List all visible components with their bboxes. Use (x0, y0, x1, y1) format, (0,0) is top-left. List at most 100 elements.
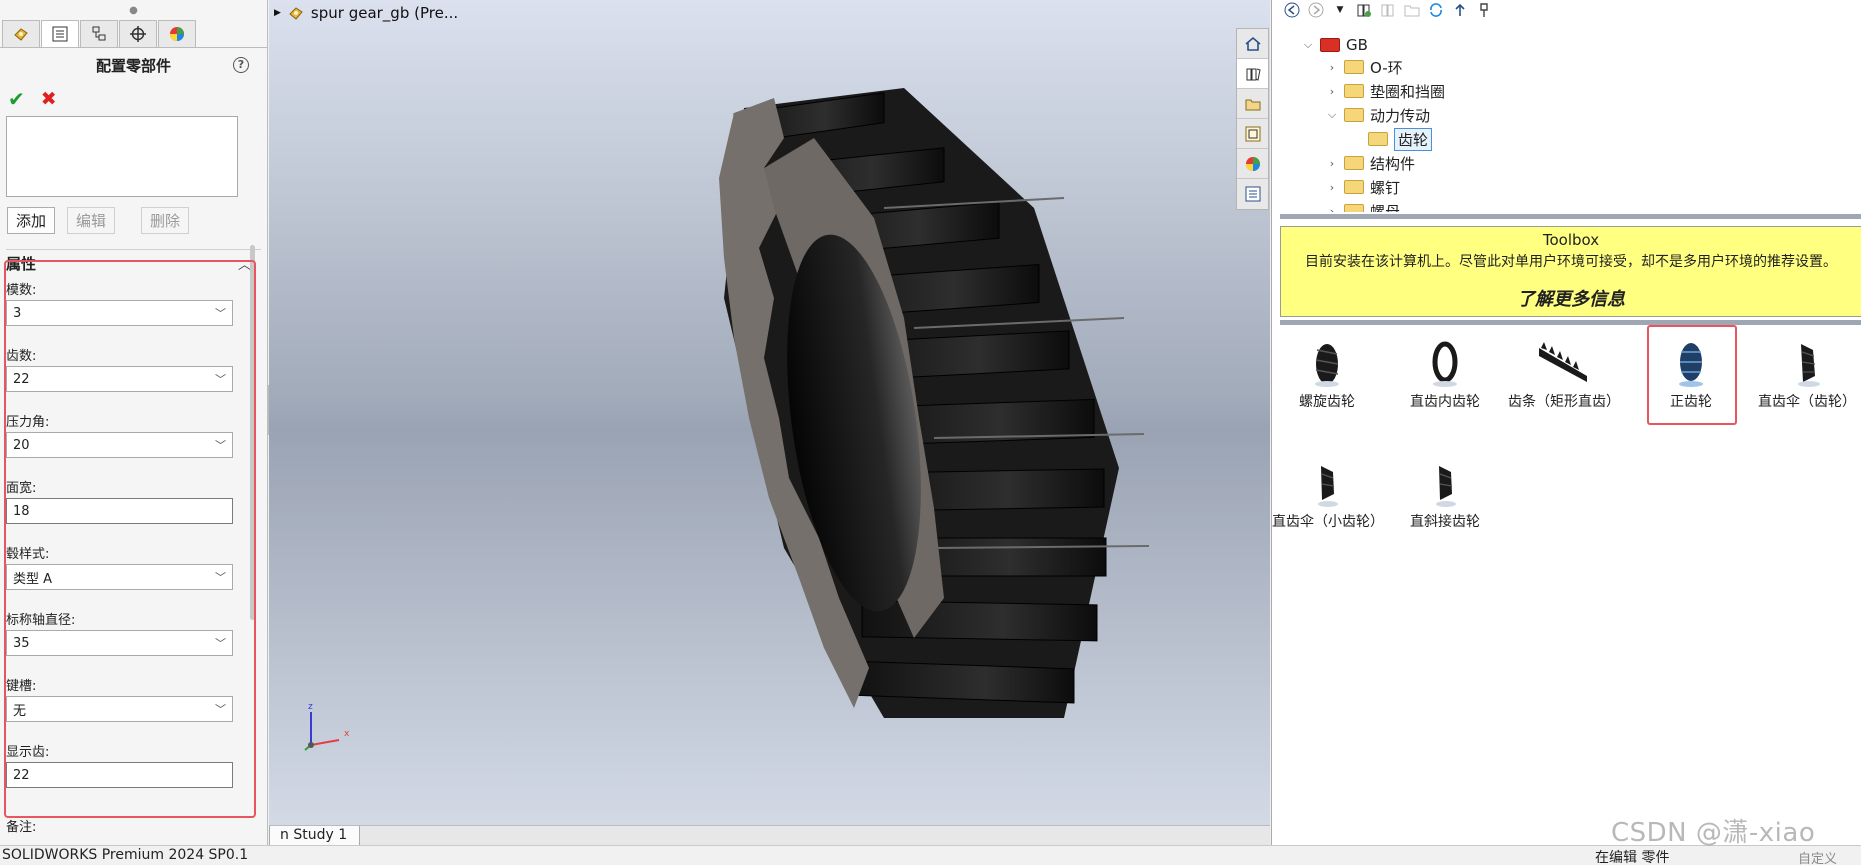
new-folder-icon[interactable] (1404, 2, 1420, 18)
add-to-library-icon[interactable] (1356, 2, 1372, 18)
tree-item-label: 螺钉 (1370, 178, 1401, 197)
pressure-angle-select[interactable]: 20 ﹀ (6, 432, 233, 458)
module-select[interactable]: 3 ﹀ (6, 300, 233, 326)
tab-dimxpert-manager[interactable] (119, 20, 157, 47)
home-icon (1244, 36, 1261, 51)
helical-gear-icon (1315, 344, 1339, 387)
learn-more-link[interactable]: 了解更多信息 (1281, 285, 1861, 311)
miter-gear-icon (1436, 466, 1456, 507)
edit-mode-status: 在编辑 零件 (1595, 850, 1670, 865)
expand-triangle-icon[interactable]: ▶ (274, 8, 281, 18)
add-button[interactable]: 添加 (7, 206, 56, 234)
triad-x-label: x (344, 729, 350, 739)
gb-folder-icon (1320, 38, 1340, 52)
gear-folder-icon (1368, 132, 1388, 146)
property-manager-icon (52, 26, 68, 42)
chevron-right-icon[interactable]: › (1326, 157, 1338, 170)
property-manager: ● 配置零部件 ? ✔ ✖ 添加 编辑 删除 属性 ︿ 模数: 3 ﹀ 齿数: … (0, 0, 268, 845)
tree-item-screws[interactable]: › 螺钉 (1326, 176, 1400, 198)
chevron-down-icon: ﹀ (215, 637, 226, 650)
item-label: 直齿伞（齿轮） (1758, 394, 1856, 410)
edit-button[interactable]: 编辑 (67, 206, 116, 234)
design-library-tab[interactable] (1237, 59, 1268, 89)
app-version: SOLIDWORKS Premium 2024 SP0.1 (2, 847, 249, 863)
tree-item-washers[interactable]: › 垫圈和挡圈 (1326, 80, 1445, 102)
highlight-box (1647, 325, 1737, 425)
ok-check-icon[interactable]: ✔ (8, 87, 25, 111)
chevron-down-icon[interactable]: ⌵ (1326, 108, 1338, 122)
prop-label-module: 模数: (6, 282, 37, 298)
chevron-down-icon[interactable]: ⌵ (1302, 38, 1314, 52)
tab-motion-study[interactable]: n Study 1 (269, 826, 361, 846)
tab-property-manager[interactable] (41, 20, 79, 47)
appearances-tab[interactable] (1237, 149, 1268, 179)
home-tab[interactable] (1237, 29, 1268, 59)
face-width-value: 18 (13, 503, 30, 519)
display-teeth-input[interactable]: 22 (6, 762, 233, 788)
file-explorer-tab[interactable] (1237, 89, 1268, 119)
tab-feature-manager[interactable] (2, 20, 40, 47)
face-width-input[interactable]: 18 (6, 498, 233, 524)
tree-item-label: GB (1346, 36, 1368, 54)
tree-item-o-ring[interactable]: › O-环 (1326, 56, 1403, 78)
delete-button[interactable]: 删除 (141, 206, 190, 234)
chevron-right-icon[interactable]: › (1326, 181, 1338, 194)
keyway-select[interactable]: 无 ﹀ (6, 696, 233, 722)
tab-configuration-manager[interactable] (80, 20, 118, 47)
watermark: CSDN @潇-xiao (1611, 818, 1816, 848)
view-palette-tab[interactable] (1237, 119, 1268, 149)
tab-display-manager[interactable] (158, 20, 196, 47)
spur-gear-model[interactable] (704, 78, 1154, 738)
prop-label-face-width: 面宽: (6, 480, 37, 496)
library-item-miter-gear[interactable]: 直斜接齿轮 (1390, 460, 1500, 532)
customize-status[interactable]: 自定义 (1798, 848, 1837, 865)
ok-cancel-row: ✔ ✖ (0, 82, 267, 116)
up-arrow-icon[interactable] (1452, 2, 1468, 18)
tree-item-gears[interactable]: 齿轮 (1368, 127, 1433, 151)
item-label: 直斜接齿轮 (1410, 514, 1480, 530)
forward-arrow-icon[interactable] (1308, 2, 1324, 18)
dropdown-arrow-icon[interactable]: ▼ (1332, 2, 1348, 18)
pane-splitter[interactable] (1280, 214, 1861, 219)
properties-list-icon (1245, 186, 1260, 202)
feature-tree-flyout[interactable]: ▶ spur gear_gb (Pre... (274, 4, 458, 22)
tree-item-power-transmission[interactable]: ⌵ 动力传动 (1326, 104, 1430, 126)
properties-group-title: 属性 (6, 254, 37, 273)
library-disabled-icon[interactable] (1380, 2, 1396, 18)
tree-item-nuts[interactable]: › 螺母 (1326, 200, 1400, 212)
shaft-diameter-select[interactable]: 35 ﹀ (6, 630, 233, 656)
item-label: 齿条（矩形直齿） (1508, 394, 1620, 410)
notes-label: 备注: (6, 820, 37, 835)
pressure-angle-value: 20 (13, 437, 30, 453)
tree-item-gb[interactable]: ⌵ GB (1302, 34, 1368, 56)
chevron-right-icon[interactable]: › (1326, 85, 1338, 98)
triad-z-label: z (308, 702, 313, 712)
cancel-x-icon[interactable]: ✖ (41, 88, 57, 110)
back-arrow-icon[interactable] (1284, 2, 1300, 18)
page-title: 配置零部件 (95, 56, 171, 75)
panel-grip[interactable]: ● (0, 0, 267, 20)
library-item-helical-gear[interactable]: 螺旋齿轮 (1272, 340, 1382, 412)
panel-scrollbar[interactable] (250, 245, 255, 620)
prop-label-shaft-diameter: 标称轴直径: (6, 612, 76, 628)
pin-icon[interactable] (1476, 2, 1492, 18)
teeth-select[interactable]: 22 ﹀ (6, 366, 233, 392)
folder-icon (1245, 99, 1260, 110)
library-item-bevel-pinion[interactable]: 直齿伞（小齿轮） (1272, 460, 1384, 532)
hub-style-select[interactable]: 类型 A ﹀ (6, 564, 233, 590)
library-item-internal-gear[interactable]: 直齿内齿轮 (1390, 340, 1500, 412)
tree-item-structural[interactable]: › 结构件 (1326, 152, 1415, 174)
chevron-right-icon[interactable]: › (1326, 205, 1338, 213)
pane-splitter[interactable] (1280, 320, 1861, 325)
chevron-right-icon[interactable]: › (1326, 61, 1338, 74)
hub-style-value: 类型 A (13, 571, 53, 587)
custom-properties-tab[interactable] (1237, 179, 1268, 209)
prop-label-hub-style: 毂样式: (6, 546, 50, 562)
configuration-list[interactable] (6, 116, 238, 197)
library-item-bevel-gear[interactable]: 直齿伞（齿轮） (1752, 340, 1861, 412)
help-icon[interactable]: ? (233, 57, 249, 73)
properties-group-header[interactable]: 属性 ︿ (0, 250, 267, 276)
graphics-viewport[interactable]: ▶ spur gear_gb (Pre... z x (269, 0, 1270, 825)
library-item-rack[interactable]: 齿条（矩形直齿） (1508, 340, 1620, 412)
refresh-icon[interactable] (1428, 2, 1444, 18)
